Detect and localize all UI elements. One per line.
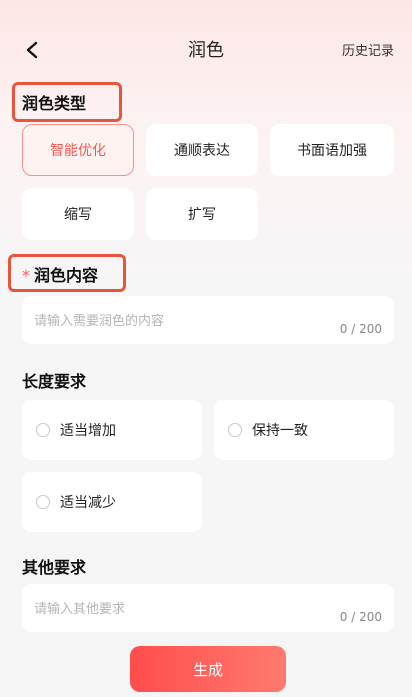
length-option-decrease[interactable]: 适当减少 [22, 472, 202, 532]
length-option-label: 适当减少 [60, 495, 116, 511]
required-mark: * [22, 266, 30, 285]
type-option-expand[interactable]: 扩写 [146, 188, 258, 240]
section-title-other: 其他要求 [22, 558, 87, 577]
generate-button[interactable]: 生成 [130, 646, 286, 692]
length-option-keep[interactable]: 保持一致 [214, 400, 394, 460]
content-input[interactable]: 请输入需要润色的内容 0 / 200 [22, 296, 394, 344]
length-option-label: 适当增加 [60, 423, 116, 439]
section-title-content: * 润色内容 [22, 262, 98, 286]
type-option-abbreviate[interactable]: 缩写 [22, 188, 134, 240]
radio-circle-icon [228, 423, 242, 437]
radio-circle-icon [36, 423, 50, 437]
section-title-length: 长度要求 [22, 372, 87, 391]
content-placeholder: 请输入需要润色的内容 [34, 314, 165, 329]
type-option-smart-optimize[interactable]: 智能优化 [22, 124, 134, 176]
section-title-type: 润色类型 [22, 94, 87, 113]
other-char-count: 0 / 200 [339, 610, 382, 624]
type-option-fluent-expression[interactable]: 通顺表达 [146, 124, 258, 176]
content-char-count: 0 / 200 [339, 322, 382, 336]
other-requirements-input[interactable]: 请输入其他要求 0 / 200 [22, 584, 394, 632]
length-option-increase[interactable]: 适当增加 [22, 400, 202, 460]
type-option-formal-enhance[interactable]: 书面语加强 [270, 124, 394, 176]
other-placeholder: 请输入其他要求 [34, 602, 126, 617]
history-link[interactable]: 历史记录 [342, 40, 394, 59]
length-option-label: 保持一致 [252, 423, 308, 439]
section-title-content-label: 润色内容 [34, 266, 99, 285]
radio-circle-icon [36, 495, 50, 509]
